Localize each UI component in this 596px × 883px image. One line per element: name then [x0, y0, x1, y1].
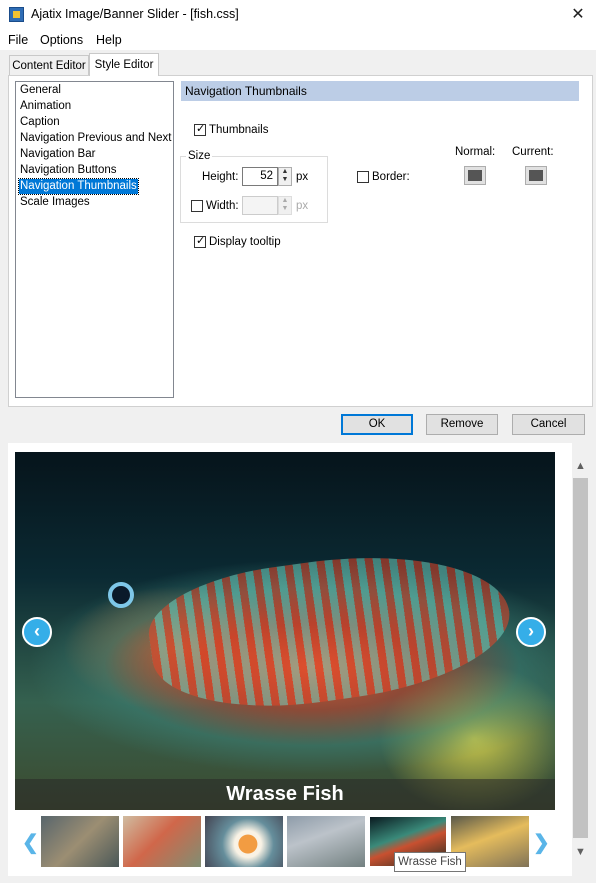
border-label: Border: [372, 171, 410, 183]
display-tooltip-label: Display tooltip [209, 236, 281, 248]
normal-color-button[interactable] [464, 166, 486, 185]
menu-help[interactable]: Help [96, 33, 122, 47]
width-checkbox[interactable] [191, 200, 203, 212]
menu-bar [0, 30, 596, 50]
menu-options[interactable]: Options [40, 33, 83, 47]
list-item-animation[interactable]: Animation [19, 99, 72, 114]
list-item-caption[interactable]: Caption [19, 115, 61, 130]
list-item-scale-images[interactable]: Scale Images [19, 195, 91, 210]
height-unit: px [296, 171, 309, 183]
thumbnails-label: Thumbnails [209, 124, 269, 136]
height-input[interactable]: 52 [242, 167, 278, 186]
close-button[interactable]: ✕ [560, 0, 596, 30]
width-unit: px [296, 200, 309, 212]
list-item-navigation-thumbnails[interactable]: Navigation Thumbnails [18, 178, 139, 195]
current-color-button[interactable] [525, 166, 547, 185]
menu-file[interactable]: File [8, 33, 28, 47]
normal-color-label: Normal: [455, 146, 496, 158]
tab-style-editor[interactable]: Style Editor [89, 53, 159, 76]
width-label: Width: [206, 200, 239, 212]
scroll-up-arrow-icon[interactable]: ▲ [572, 457, 589, 475]
list-item-navigation-bar[interactable]: Navigation Bar [19, 147, 96, 162]
height-spinner[interactable]: ▲ ▼ [278, 167, 292, 186]
thumbnail-1[interactable] [41, 816, 119, 867]
app-icon [9, 7, 24, 22]
width-spinner[interactable]: ▲ ▼ [278, 196, 292, 215]
list-item-navigation-prev-next[interactable]: Navigation Previous and Next [19, 131, 173, 146]
height-label: Height: [202, 171, 239, 183]
thumbs-prev-arrow-icon[interactable]: ❮ [22, 830, 39, 855]
cancel-button[interactable]: Cancel [512, 414, 585, 435]
width-input[interactable] [242, 196, 278, 215]
thumbnails-checkbox[interactable] [194, 122, 206, 136]
slide-caption: Wrasse Fish [226, 783, 344, 805]
fish-eye [108, 582, 134, 608]
window-title: Ajatix Image/Banner Slider - [fish.css] [31, 7, 239, 21]
tab-content-editor[interactable]: Content Editor [9, 55, 89, 75]
scrollbar-thumb[interactable] [573, 478, 588, 838]
thumbnail-2[interactable] [123, 816, 201, 867]
current-color-label: Current: [512, 146, 554, 158]
border-checkbox[interactable] [357, 171, 369, 183]
list-item-general[interactable]: General [19, 83, 62, 98]
thumbnail-tooltip: Wrasse Fish [394, 852, 466, 872]
ok-button[interactable]: OK [341, 414, 413, 435]
thumbnail-4[interactable] [287, 816, 365, 867]
next-slide-arrow-icon[interactable]: › [516, 617, 546, 647]
thumbnail-3[interactable] [205, 816, 283, 867]
list-item-navigation-buttons[interactable]: Navigation Buttons [19, 163, 118, 178]
scroll-down-arrow-icon[interactable]: ▼ [572, 843, 589, 861]
section-header: Navigation Thumbnails [181, 81, 579, 101]
size-group-label: Size [186, 150, 213, 162]
prev-slide-arrow-icon[interactable]: ‹ [22, 617, 52, 647]
display-tooltip-checkbox[interactable] [194, 234, 206, 248]
remove-button[interactable]: Remove [426, 414, 498, 435]
thumbs-next-arrow-icon[interactable]: ❯ [533, 830, 550, 855]
